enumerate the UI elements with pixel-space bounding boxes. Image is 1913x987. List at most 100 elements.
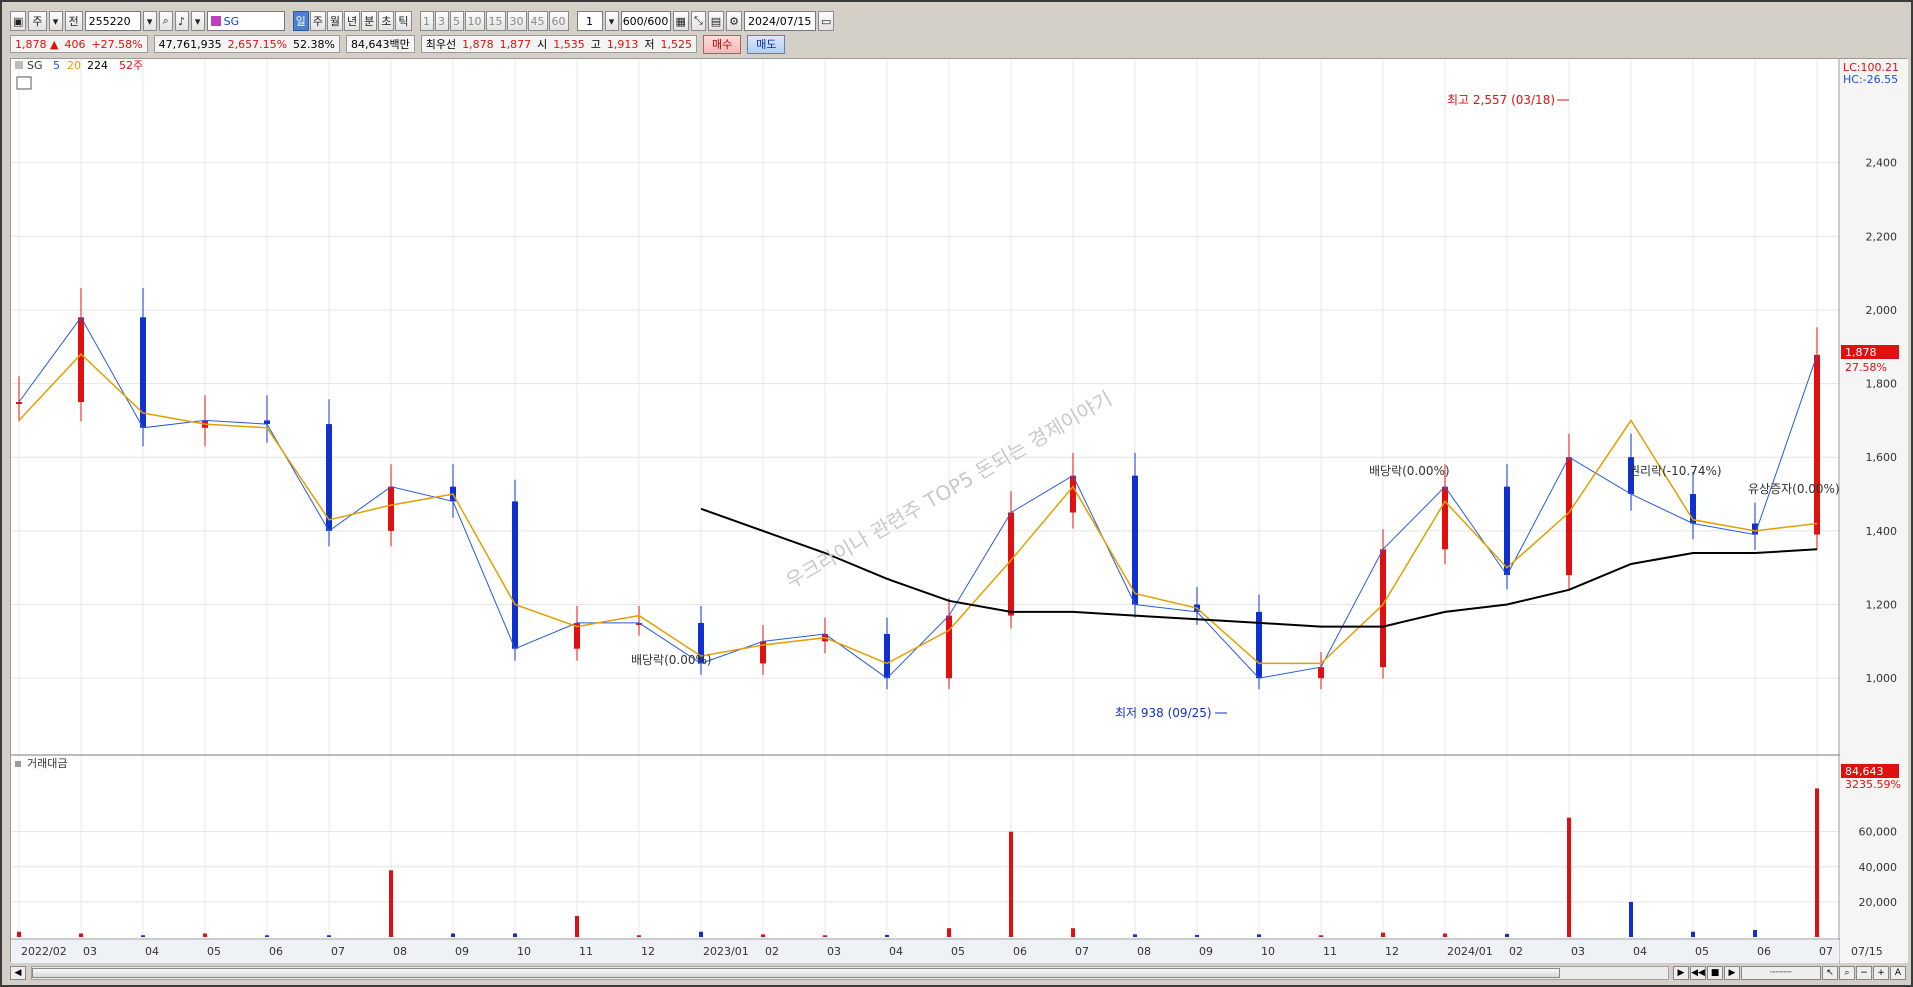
x-tick-label: 2023/01	[703, 945, 749, 958]
y-tick-label: 1,200	[1866, 599, 1898, 612]
chart-area[interactable]: 2,400 2,200 2,000 1,800 1,600 1,400 1,200 1,000…	[10, 58, 1908, 963]
stock-name-field[interactable]: SG	[206, 11, 285, 31]
sell-button[interactable]: 매도	[747, 34, 786, 54]
volume-bar	[1691, 931, 1695, 937]
x-tick-label: 06	[1757, 945, 1771, 958]
x-tick-label: 11	[1323, 945, 1337, 958]
candle-body	[1318, 667, 1324, 679]
save-icon[interactable]: ▤	[707, 11, 725, 31]
volume-bar	[203, 933, 207, 937]
search-icon[interactable]: ⌕	[158, 11, 173, 31]
x-tick-label: 07	[1075, 945, 1089, 958]
price-change: 406	[64, 37, 86, 51]
quote-box: 1,878 ▲ 406 +27.58%	[10, 35, 148, 53]
x-tick-label: 03	[1571, 945, 1585, 958]
buy-button[interactable]: 매수	[702, 34, 742, 54]
best-ask-label: 최우선	[425, 38, 457, 51]
stock-code-input[interactable]: 255220	[84, 11, 141, 31]
volume-bar	[1629, 901, 1633, 937]
candle-body	[1442, 486, 1448, 550]
x-tick-label: 12	[1385, 945, 1399, 958]
interval-button-5[interactable]: 30	[506, 11, 527, 31]
gear-icon[interactable]: ⚙	[726, 11, 743, 31]
period-tab-4[interactable]: 분	[361, 11, 378, 31]
current-price-tag: 1,878	[1845, 346, 1877, 359]
interval-button-2[interactable]: 5	[449, 11, 464, 31]
high-annotation: 최고 2,557 (03/18)	[1447, 93, 1555, 107]
volume-legend-icon	[15, 761, 21, 767]
price-change-pct: +27.58%	[91, 37, 143, 51]
date-field[interactable]: 2024/07/15	[744, 11, 817, 31]
minus-icon[interactable]: −	[1856, 966, 1872, 980]
speed-slider[interactable]: ┈┈┈┈	[1741, 966, 1821, 980]
volume-tick-label: 60,000	[1859, 826, 1898, 839]
y-tick-label: 1,800	[1866, 378, 1898, 391]
ex-dividend-annotation-2: 배당락(0.00%)	[1369, 464, 1450, 478]
cursor-icon[interactable]: ↖	[1822, 966, 1838, 980]
interval-button-4[interactable]: 15	[485, 11, 506, 31]
x-tick-label: 03	[827, 945, 841, 958]
period-tab-0[interactable]: 일	[292, 11, 309, 31]
stock-logo-icon	[210, 16, 221, 26]
scroll-track[interactable]	[31, 966, 1669, 980]
menu-icon[interactable]: ▣	[10, 11, 27, 31]
speaker-icon[interactable]: ♪	[174, 11, 189, 31]
period-tab-2[interactable]: 월	[326, 11, 344, 31]
rewind-icon[interactable]: ◀◀	[1690, 966, 1706, 980]
dropdown-arrow-icon[interactable]: ▾	[48, 11, 63, 31]
candle-body	[946, 615, 952, 679]
speaker-dropdown-icon[interactable]: ▾	[190, 11, 205, 31]
x-tick-label: 08	[1137, 945, 1151, 958]
calendar-icon[interactable]: ▭	[818, 11, 835, 31]
volume-bar	[17, 931, 21, 937]
period-tab-5[interactable]: 초	[378, 11, 395, 31]
ex-dividend-annotation-1: 배당락(0.00%)	[631, 653, 712, 667]
period-tab-6[interactable]: 틱	[395, 11, 412, 31]
chart-type-icon[interactable]: ▦	[672, 11, 689, 31]
period-tab-1[interactable]: 주	[309, 11, 326, 31]
interval-dropdown-icon[interactable]: ▾	[604, 11, 619, 31]
interval-button-0[interactable]: 1	[419, 11, 434, 31]
mode-day-button[interactable]: 주	[28, 11, 47, 31]
x-tick-label: 07	[331, 945, 345, 958]
candle-body	[512, 501, 518, 649]
legend-ma20: 20	[67, 59, 81, 72]
line-tool-icon[interactable]: ⤡	[690, 11, 706, 31]
play-icon[interactable]: ▶	[1724, 966, 1740, 980]
stock-chart[interactable]: 2,400 2,200 2,000 1,800 1,600 1,400 1,200 1,000…	[11, 59, 1908, 963]
interval-button-7[interactable]: 60	[548, 11, 569, 31]
scroll-left-icon[interactable]: ◀	[10, 966, 26, 980]
stop-icon[interactable]: ■	[1707, 966, 1723, 980]
legend-ma224: 224	[87, 59, 108, 72]
x-axis-last-date: 07/15	[1851, 945, 1883, 958]
x-tick-label: 08	[393, 945, 407, 958]
candle-body	[1132, 475, 1138, 605]
font-size-icon[interactable]: A	[1890, 966, 1906, 980]
interval-button-3[interactable]: 10	[464, 11, 485, 31]
best-bid: 1,877	[499, 37, 532, 51]
interval-button-1[interactable]: 3	[434, 11, 449, 31]
volume-bar	[947, 928, 951, 937]
open-value: 1,535	[553, 37, 585, 51]
app-window: ▣ 주 ▾ 전 255220 ▾ ⌕ ♪ ▾ SG 일주월년분초틱 1 3 5 10 1…	[0, 0, 1913, 987]
count-field[interactable]: 600/600	[620, 11, 671, 31]
volume-bar	[1009, 831, 1013, 937]
volume-bar	[1257, 934, 1261, 937]
code-dropdown-icon[interactable]: ▾	[142, 11, 157, 31]
scroll-right-icon[interactable]: ▶	[1673, 966, 1689, 980]
period-tab-3[interactable]: 년	[344, 11, 361, 31]
candle-body	[1380, 549, 1386, 668]
toolbar: ▣ 주 ▾ 전 255220 ▾ ⌕ ♪ ▾ SG 일주월년분초틱 1 3 5 10 1…	[10, 10, 835, 32]
volume-bar	[1071, 928, 1075, 937]
volume-bar	[513, 933, 517, 937]
mode-prev-button[interactable]: 전	[64, 11, 83, 31]
scroll-thumb[interactable]	[32, 968, 1560, 978]
volume-current-tag: 84,643	[1845, 765, 1884, 778]
plus-icon[interactable]: +	[1873, 966, 1889, 980]
interval-input[interactable]: 1	[576, 11, 603, 31]
zoom-icon[interactable]: ⌕	[1839, 966, 1855, 980]
calendar-small-icon[interactable]	[16, 76, 32, 90]
interval-button-6[interactable]: 45	[527, 11, 548, 31]
high-value: 1,913	[606, 37, 639, 51]
rights-issue-annotation: 유상증자(0.00%)	[1748, 482, 1840, 496]
